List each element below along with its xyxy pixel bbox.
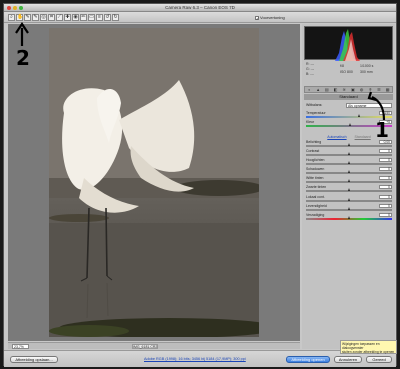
annotation-overlay (15, 22, 386, 121)
annotation-number-2: 2 (16, 46, 30, 70)
annotation-arrowhead-1 (367, 91, 377, 102)
annotation-number-1: 1 (375, 118, 389, 142)
